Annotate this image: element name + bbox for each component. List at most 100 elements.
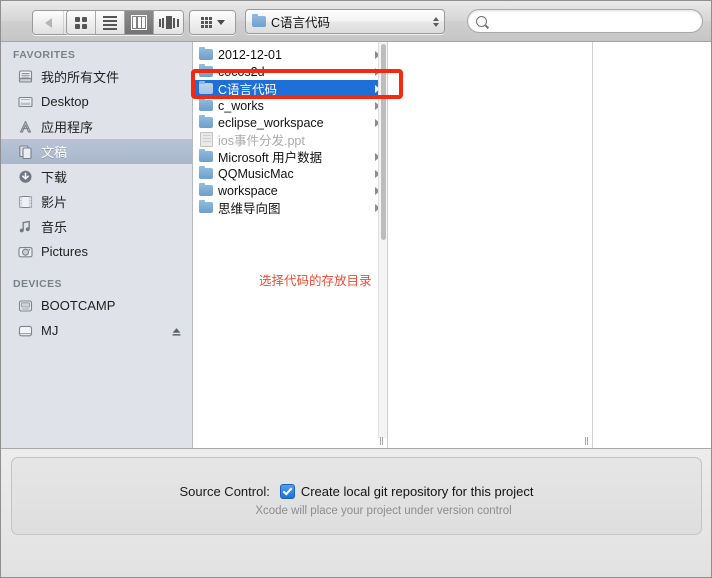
sidebar-item-music[interactable]: 音乐: [1, 214, 192, 239]
action-menu-button[interactable]: [189, 10, 236, 35]
browser-column-1[interactable]: 2012-12-01 cocos2d C语言代码 c_works eclipse…: [193, 42, 387, 448]
save-panel-window: C语言代码 FAVORITES 我的所有文件 Desktop 应用程序 文稿 下…: [0, 0, 712, 578]
back-button[interactable]: [33, 11, 64, 34]
list-item[interactable]: workspace: [193, 182, 386, 199]
list-item[interactable]: Microsoft 用户数据: [193, 148, 386, 165]
pictures-icon: [17, 244, 34, 260]
folder-icon: [199, 114, 213, 128]
list-view-button[interactable]: [96, 11, 125, 34]
icon-view-button[interactable]: [67, 11, 96, 34]
list-item[interactable]: QQMusicMac: [193, 165, 386, 182]
file-name: QQMusicMac: [218, 166, 294, 181]
list-item[interactable]: 2012-12-01: [193, 46, 386, 63]
gear-icon: [200, 17, 212, 28]
all-files-icon: [17, 69, 34, 85]
footer-panel: Source Control: Create local git reposit…: [1, 448, 711, 577]
column-1-scrollbar[interactable]: [378, 42, 387, 438]
coverflow-view-icon: [158, 16, 179, 29]
downloads-icon: [17, 169, 34, 185]
sidebar-item-mj[interactable]: MJ: [1, 318, 192, 343]
list-item[interactable]: cocos2d: [193, 63, 386, 80]
folder-icon: [199, 97, 213, 111]
sidebar-item-all-my-files[interactable]: 我的所有文件: [1, 64, 192, 89]
folder-icon: [199, 165, 213, 179]
sidebar-item-label: BOOTCAMP: [41, 298, 116, 313]
sidebar-item-documents[interactable]: 文稿: [1, 139, 192, 164]
source-control-label: Source Control:: [179, 484, 270, 499]
sidebar-item-bootcamp[interactable]: BOOTCAMP: [1, 293, 192, 318]
sidebar-item-label: 音乐: [41, 220, 68, 235]
source-control-panel: Source Control: Create local git reposit…: [11, 457, 702, 535]
sidebar-item-label: Pictures: [41, 244, 88, 259]
eject-icon[interactable]: [171, 325, 182, 336]
file-browser: 2012-12-01 cocos2d C语言代码 c_works eclipse…: [193, 42, 711, 448]
documents-icon: [17, 144, 34, 160]
applications-icon: [17, 119, 34, 135]
source-control-sublabel: Xcode will place your project under vers…: [255, 505, 512, 517]
sidebar-item-desktop[interactable]: Desktop: [1, 89, 192, 114]
folder-icon: [199, 80, 213, 94]
hard-disk-icon: [17, 298, 34, 314]
toolbar: C语言代码: [1, 1, 711, 42]
git-repository-label: Create local git repository for this pro…: [300, 484, 534, 499]
column-1-resize-handle[interactable]: [377, 435, 386, 446]
chevron-down-icon: [216, 20, 225, 25]
path-popup-label: C语言代码: [271, 16, 331, 30]
file-name: 2012-12-01: [218, 47, 282, 62]
sidebar-item-pictures[interactable]: Pictures: [1, 239, 192, 264]
sidebar-header-favorites: FAVORITES: [13, 49, 76, 61]
file-name: eclipse_workspace: [218, 115, 324, 130]
sidebar-item-label: 下载: [41, 170, 68, 185]
file-name: workspace: [218, 183, 278, 198]
git-repository-checkbox[interactable]: [279, 484, 295, 499]
search-field[interactable]: [467, 9, 703, 33]
sidebar-item-downloads[interactable]: 下载: [1, 164, 192, 189]
browser-column-3[interactable]: [592, 42, 711, 448]
search-input[interactable]: [492, 13, 694, 29]
view-mode-buttons: [66, 10, 184, 35]
external-disk-icon: [17, 323, 34, 339]
list-item-disabled: ios事件分发.ppt: [193, 131, 386, 148]
sidebar-item-label: Desktop: [41, 94, 89, 109]
list-item[interactable]: c_works: [193, 97, 386, 114]
column-view-button[interactable]: [125, 11, 154, 34]
annotation-note: 选择代码的存放目录: [259, 274, 372, 288]
source-control-row: Source Control: Create local git reposit…: [12, 484, 701, 499]
column-view-icon: [131, 15, 147, 30]
sidebar-item-label: MJ: [41, 323, 59, 338]
list-view-icon: [103, 15, 117, 30]
list-item[interactable]: 思维导向图: [193, 199, 386, 216]
sidebar-item-movies[interactable]: 影片: [1, 189, 192, 214]
back-arrow-icon: [44, 17, 52, 28]
file-name: cocos2d: [218, 64, 265, 79]
folder-icon: [199, 63, 213, 77]
search-icon: [476, 15, 487, 27]
column-2-resize-handle[interactable]: [582, 435, 591, 446]
movies-icon: [17, 194, 34, 210]
path-popup-button[interactable]: C语言代码: [245, 9, 445, 34]
folder-icon: [252, 13, 266, 27]
folder-icon: [199, 182, 213, 196]
sidebar: FAVORITES 我的所有文件 Desktop 应用程序 文稿 下载 影片 音…: [1, 42, 193, 448]
coverflow-view-button[interactable]: [154, 11, 183, 34]
folder-icon: [199, 46, 213, 60]
sidebar-header-devices: DEVICES: [13, 278, 62, 290]
file-name: 思维导向图: [218, 202, 281, 216]
folder-icon: [199, 148, 213, 162]
document-file-icon: [200, 132, 213, 147]
file-name: C语言代码: [218, 83, 278, 97]
sidebar-item-label: 应用程序: [41, 120, 94, 135]
list-item[interactable]: eclipse_workspace: [193, 114, 386, 131]
popup-stepper-icon: [433, 16, 439, 27]
list-item-selected[interactable]: C语言代码: [193, 80, 386, 97]
sidebar-item-label: 我的所有文件: [41, 70, 120, 85]
icon-view-icon: [75, 16, 87, 29]
browser-column-2[interactable]: [387, 42, 591, 448]
file-name: Microsoft 用户数据: [218, 151, 323, 165]
music-icon: [17, 219, 34, 235]
sidebar-item-applications[interactable]: 应用程序: [1, 114, 192, 139]
file-name: c_works: [218, 98, 264, 113]
scrollbar-thumb[interactable]: [380, 44, 386, 240]
sidebar-item-label: 影片: [41, 195, 68, 210]
sidebar-item-label: 文稿: [41, 145, 68, 160]
